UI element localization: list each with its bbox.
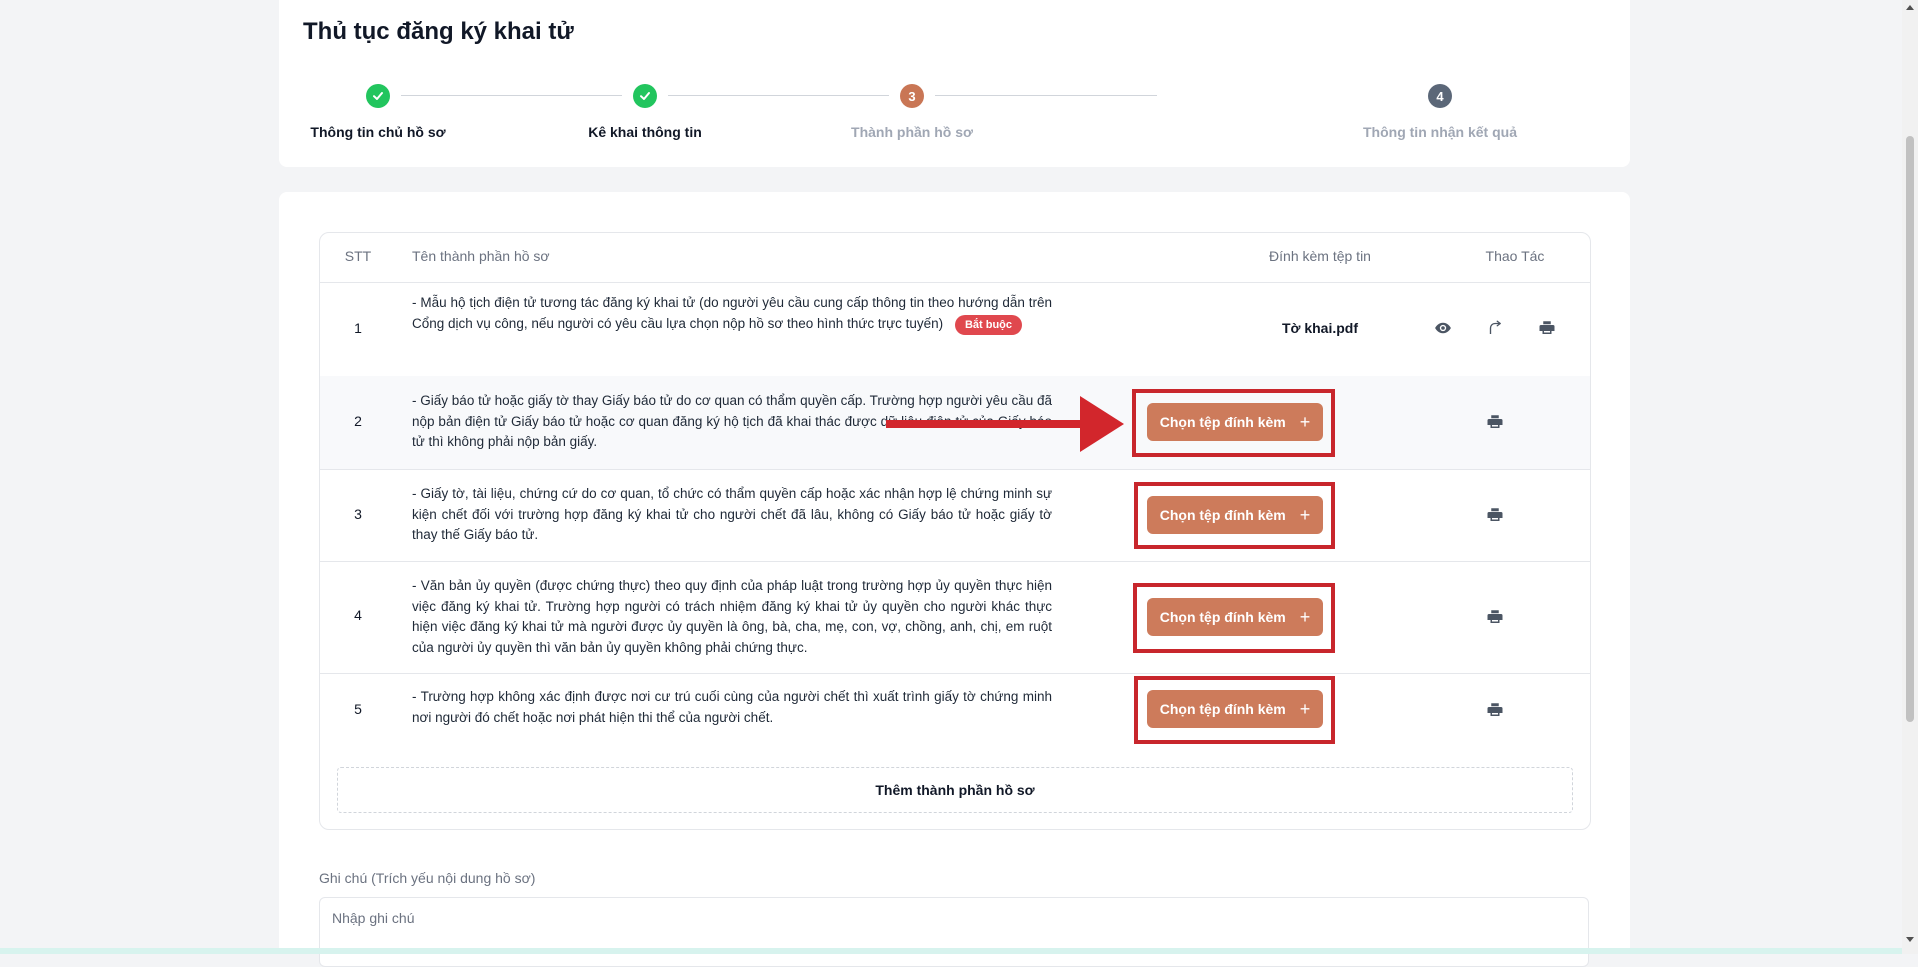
note-label: Ghi chú (Trích yếu nội dung hồ sơ) <box>319 870 536 886</box>
table-row: 5 - Trường hợp không xác định được nơi c… <box>320 673 1590 747</box>
row-description: - Mẫu hộ tịch điện tử tương tác đăng ký … <box>412 293 1052 335</box>
eye-icon[interactable] <box>1432 317 1454 339</box>
row-description: - Văn bản ủy quyền (được chứng thực) the… <box>412 578 1052 655</box>
row-stt: 3 <box>354 506 362 522</box>
vertical-scrollbar[interactable] <box>1902 0 1918 954</box>
annotation-highlight-box <box>1134 482 1335 549</box>
printer-icon[interactable] <box>1536 317 1558 339</box>
header-actions: Thao Tác <box>1485 248 1545 264</box>
replace-icon[interactable] <box>1484 317 1506 339</box>
row-stt: 2 <box>354 413 362 429</box>
header-name: Tên thành phần hồ sơ <box>412 248 550 264</box>
step-2-label[interactable]: Kê khai thông tin <box>535 124 755 140</box>
annotation-highlight-box <box>1133 583 1335 653</box>
step-4-label[interactable]: Thông tin nhận kết quả <box>1330 124 1550 140</box>
arrow-annotation <box>886 396 1124 452</box>
row-stt: 4 <box>354 607 362 623</box>
step-3-label[interactable]: Thành phần hồ sơ <box>802 124 1022 140</box>
documents-table: STT Tên thành phần hồ sơ Đính kèm tệp ti… <box>319 232 1591 830</box>
row-stt: 5 <box>354 701 362 717</box>
step-3-number: 3 <box>900 84 924 108</box>
table-header: STT Tên thành phần hồ sơ Đính kèm tệp ti… <box>320 233 1590 283</box>
step-connector <box>935 95 1157 96</box>
step-4-number: 4 <box>1428 84 1452 108</box>
stepper: 3 4 Thông tin chủ hồ sơ Kê khai thông ti… <box>279 80 1630 140</box>
table-row: 1 - Mẫu hộ tịch điện tử tương tác đăng k… <box>320 282 1590 377</box>
add-document-button[interactable]: Thêm thành phần hồ sơ <box>337 767 1573 813</box>
annotation-highlight-box <box>1134 676 1335 744</box>
scrollbar-thumb[interactable] <box>1906 136 1914 722</box>
printer-icon[interactable] <box>1484 606 1506 628</box>
header-stt: STT <box>344 248 372 264</box>
header-attach: Đính kèm tệp tin <box>1269 248 1371 264</box>
required-badge: Bắt buộc <box>954 314 1022 335</box>
step-connector <box>401 95 622 96</box>
row-stt: 1 <box>354 320 362 336</box>
row-description: - Giấy tờ, tài liệu, chứng cứ do cơ quan… <box>412 486 1052 542</box>
step-1-check-icon <box>366 84 390 108</box>
table-row: 3 - Giấy tờ, tài liệu, chứng cứ do cơ qu… <box>320 469 1590 562</box>
note-textarea[interactable] <box>319 897 1589 967</box>
attached-file-name[interactable]: Tờ khai.pdf <box>1200 320 1440 336</box>
step-1-label[interactable]: Thông tin chủ hồ sơ <box>268 124 488 140</box>
scroll-up-icon[interactable] <box>1906 5 1914 10</box>
printer-icon[interactable] <box>1484 411 1506 433</box>
printer-icon[interactable] <box>1484 504 1506 526</box>
scroll-down-icon[interactable] <box>1906 937 1914 942</box>
page-title: Thủ tục đăng ký khai tử <box>303 18 574 45</box>
bottom-strip <box>0 948 1902 954</box>
step-connector <box>668 95 889 96</box>
row-description: - Trường hợp không xác định được nơi cư … <box>412 689 1052 725</box>
table-row: 4 - Văn bản ủy quyền (được chứng thực) t… <box>320 561 1590 674</box>
step-2-check-icon <box>633 84 657 108</box>
printer-icon[interactable] <box>1484 699 1506 721</box>
annotation-highlight-box <box>1132 389 1335 457</box>
